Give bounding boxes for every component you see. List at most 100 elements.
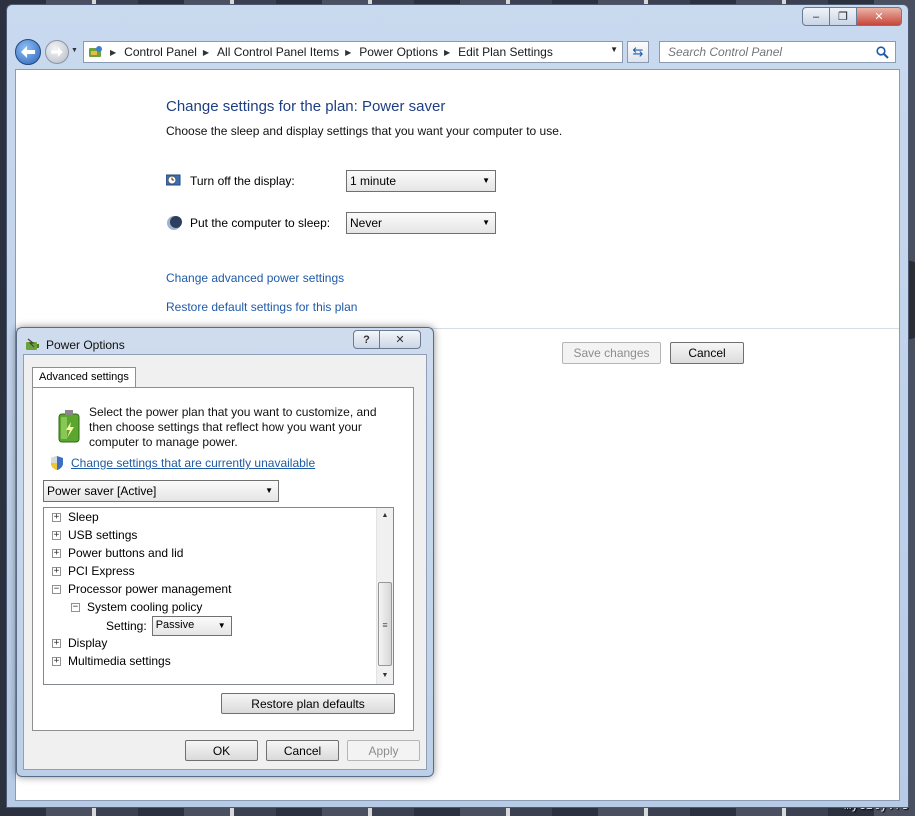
tree-item-sleep[interactable]: + Sleep: [52, 510, 99, 524]
sleep-timeout-value: Never: [350, 216, 383, 230]
expand-icon[interactable]: +: [52, 566, 61, 576]
advanced-settings-link[interactable]: Change advanced power settings: [166, 271, 344, 285]
display-label: Turn off the display:: [190, 174, 295, 188]
dialog-body: Advanced settings Select the power plan …: [23, 354, 427, 770]
forward-button[interactable]: [45, 40, 69, 64]
ok-button[interactable]: OK: [185, 740, 258, 761]
breadcrumb-power-options[interactable]: Power Options: [359, 45, 438, 59]
recent-pages-dropdown[interactable]: ▼: [71, 47, 78, 54]
navigation-bar: ▼ ▶ Control Panel ▶ All Control Panel It…: [15, 37, 900, 67]
breadcrumb-separator-icon[interactable]: ▶: [345, 48, 351, 57]
breadcrumb-control-panel[interactable]: Control Panel: [124, 45, 197, 59]
display-setting-row: Turn off the display: 1 minute ▼: [166, 170, 496, 192]
power-options-icon: [26, 338, 39, 350]
tree-item-label: Multimedia settings: [68, 654, 171, 668]
dialog-intro-text: Select the power plan that you want to c…: [89, 405, 377, 449]
expand-icon[interactable]: +: [52, 512, 61, 522]
tree-item-display[interactable]: + Display: [52, 636, 107, 650]
tab-advanced-settings[interactable]: Advanced settings: [32, 367, 136, 388]
save-changes-button[interactable]: Save changes: [562, 342, 661, 364]
dialog-close-button[interactable]: ✕: [379, 330, 421, 349]
cooling-policy-setting-row: Setting: Passive ▼: [106, 616, 232, 636]
chevron-down-icon: ▼: [265, 486, 273, 495]
tree-item-label: USB settings: [68, 528, 138, 542]
tree-item-multimedia[interactable]: + Multimedia settings: [52, 654, 171, 668]
arrow-left-icon: [21, 46, 35, 58]
search-box[interactable]: [659, 41, 896, 63]
power-options-dialog: Power Options ? ✕ Advanced settings Sele…: [16, 327, 434, 777]
power-plan-select[interactable]: Power saver [Active] ▼: [43, 480, 279, 502]
tree-item-processor-power[interactable]: − Processor power management: [52, 582, 231, 596]
dialog-cancel-button[interactable]: Cancel: [266, 740, 339, 761]
display-timeout-value: 1 minute: [350, 174, 397, 188]
breadcrumb-separator-icon[interactable]: ▶: [203, 48, 209, 57]
page-title: Change settings for the plan: Power save…: [166, 98, 446, 115]
maximize-button[interactable]: ❐: [829, 7, 857, 26]
back-button[interactable]: [15, 39, 41, 65]
address-dropdown-icon[interactable]: ▼: [610, 45, 618, 54]
apply-button[interactable]: Apply: [347, 740, 420, 761]
chevron-down-icon: ▼: [482, 176, 490, 185]
breadcrumb-all-items[interactable]: All Control Panel Items: [217, 45, 339, 59]
change-unavailable-settings-link[interactable]: Change settings that are currently unava…: [71, 456, 315, 470]
uac-shield-icon: [51, 456, 63, 470]
restore-defaults-link[interactable]: Restore default settings for this plan: [166, 300, 357, 314]
sleep-label: Put the computer to sleep:: [190, 216, 331, 230]
chevron-down-icon: ▼: [217, 621, 226, 630]
control-panel-icon: [89, 46, 102, 57]
tree-item-label: Power buttons and lid: [68, 546, 184, 560]
tree-item-label: PCI Express: [68, 564, 135, 578]
moon-icon: [167, 216, 182, 230]
scroll-down-icon[interactable]: ▼: [377, 668, 393, 684]
tree-item-system-cooling[interactable]: − System cooling policy: [71, 600, 202, 614]
tree-item-usb-settings[interactable]: + USB settings: [52, 528, 137, 542]
tree-item-label: Sleep: [68, 510, 99, 524]
help-button[interactable]: ?: [353, 330, 380, 349]
refresh-icon: ⇆: [632, 44, 644, 59]
breadcrumb-edit-plan[interactable]: Edit Plan Settings: [458, 45, 553, 59]
sleep-setting-row: Put the computer to sleep: Never ▼: [166, 212, 496, 234]
power-plan-value: Power saver [Active]: [47, 484, 157, 498]
setting-label: Setting:: [106, 619, 147, 633]
expand-icon[interactable]: +: [52, 530, 61, 540]
close-icon: ✕: [395, 334, 405, 346]
restore-plan-defaults-button[interactable]: Restore plan defaults: [221, 693, 395, 714]
tree-scrollbar[interactable]: ▲ ≡ ▼: [376, 508, 393, 684]
collapse-icon[interactable]: −: [71, 602, 80, 612]
advanced-settings-page: Select the power plan that you want to c…: [32, 387, 414, 731]
breadcrumb-separator-icon: ▶: [110, 47, 117, 57]
close-button[interactable]: ✕: [856, 7, 902, 26]
refresh-button[interactable]: ⇆: [627, 41, 649, 63]
search-input[interactable]: [666, 44, 876, 60]
cancel-button[interactable]: Cancel: [670, 342, 744, 364]
breadcrumb-separator-icon[interactable]: ▶: [444, 48, 450, 57]
minimize-icon: –: [812, 10, 820, 23]
scroll-thumb[interactable]: ≡: [378, 582, 392, 666]
monitor-clock-icon: [166, 174, 181, 186]
dialog-title: Power Options: [46, 338, 125, 352]
tree-item-label: Display: [68, 636, 108, 650]
tree-item-pci-express[interactable]: + PCI Express: [52, 564, 135, 578]
sleep-timeout-select[interactable]: Never ▼: [346, 212, 496, 234]
search-icon[interactable]: [876, 46, 889, 59]
arrow-right-icon: [51, 47, 63, 57]
address-bar[interactable]: ▶ Control Panel ▶ All Control Panel Item…: [83, 41, 623, 63]
chevron-down-icon: ▼: [482, 218, 490, 227]
tree-item-label: Processor power management: [68, 582, 232, 596]
page-subtitle: Choose the sleep and display settings th…: [166, 124, 563, 138]
caption-buttons: – ❐ ✕: [802, 7, 902, 26]
scroll-up-icon[interactable]: ▲: [377, 508, 393, 524]
display-timeout-select[interactable]: 1 minute ▼: [346, 170, 496, 192]
expand-icon[interactable]: +: [52, 638, 61, 648]
cooling-policy-value: Passive: [155, 619, 195, 631]
expand-icon[interactable]: +: [52, 548, 61, 558]
collapse-icon[interactable]: −: [52, 584, 61, 594]
minimize-button[interactable]: –: [802, 7, 830, 26]
restore-icon: ❐: [838, 11, 848, 23]
tree-item-power-buttons[interactable]: + Power buttons and lid: [52, 546, 183, 560]
expand-icon[interactable]: +: [52, 656, 61, 666]
settings-tree[interactable]: + Sleep + USB settings + Power buttons a…: [43, 507, 394, 685]
close-icon: ✕: [874, 11, 884, 23]
cooling-policy-select[interactable]: Passive ▼: [151, 616, 232, 636]
help-icon: ?: [363, 333, 370, 346]
